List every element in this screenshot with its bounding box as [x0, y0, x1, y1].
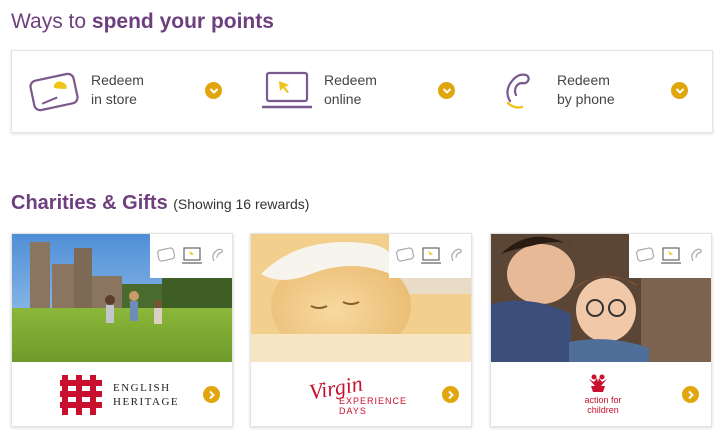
way-line2: online	[324, 91, 362, 107]
way-line1: Redeem	[91, 72, 144, 88]
logo-text-line2: children	[587, 405, 619, 415]
reward-card-english-heritage[interactable]: ENGLISH HERITAGE	[11, 233, 233, 427]
title-bold: spend your points	[91, 10, 274, 33]
redeem-by-phone-option[interactable]: Redeem by phone	[478, 51, 711, 132]
reward-card-action-for-children[interactable]: action for children	[490, 233, 712, 427]
chevron-down-icon[interactable]	[205, 82, 222, 99]
ways-panel: Redeem in store Redeem online Redeem by …	[11, 50, 713, 133]
laptop-icon	[262, 71, 312, 109]
logo-text-line1: ENGLISH	[113, 382, 171, 394]
phone-icon	[506, 73, 530, 109]
redeem-methods-badge	[629, 234, 711, 278]
redeem-online-option[interactable]: Redeem online	[245, 51, 478, 132]
chevron-right-icon[interactable]	[203, 386, 220, 403]
redeem-methods-badge	[150, 234, 232, 278]
reward-card-virgin-experience-days[interactable]: Virgin EXPERIENCE DAYS	[250, 233, 472, 427]
chevron-right-icon[interactable]	[682, 386, 699, 403]
logo-text-line1: EXPERIENCE	[339, 396, 408, 406]
way-line1: Redeem	[557, 72, 610, 88]
chevron-down-icon[interactable]	[438, 82, 455, 99]
way-line2: by phone	[557, 91, 615, 107]
title-prefix: Ways to	[11, 10, 87, 33]
way-line1: Redeem	[324, 72, 377, 88]
redeem-methods-badge	[389, 234, 471, 278]
redeem-in-store-option[interactable]: Redeem in store	[12, 51, 245, 132]
page-title: Ways to spend your points	[11, 10, 274, 34]
logo-text-line2: HERITAGE	[113, 396, 180, 408]
logo-text-line2: DAYS	[339, 406, 367, 416]
card-icon	[29, 72, 79, 112]
logo-text-line1: action for	[584, 395, 622, 405]
way-line2: in store	[91, 91, 137, 107]
section-title-text: Charities & Gifts	[11, 192, 168, 214]
chevron-right-icon[interactable]	[442, 386, 459, 403]
section-title: Charities & Gifts (Showing 16 rewards)	[11, 192, 309, 215]
chevron-down-icon[interactable]	[671, 82, 688, 99]
reward-count: (Showing 16 rewards)	[173, 196, 310, 212]
